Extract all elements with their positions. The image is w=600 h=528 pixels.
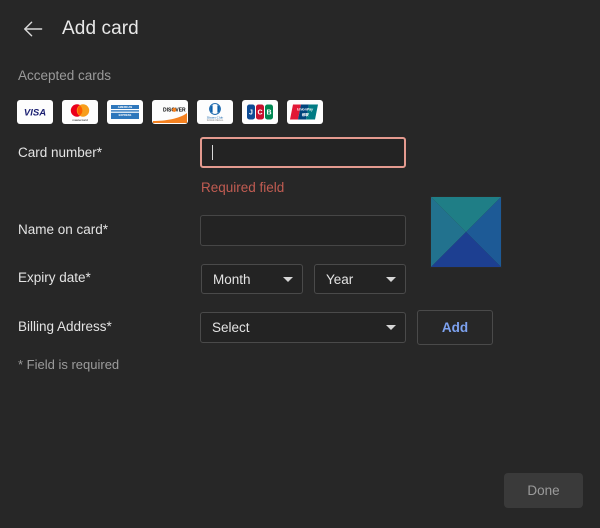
add-card-dialog: Add card Accepted cards VISA mastercard: [0, 0, 600, 528]
expiry-date-row: Expiry date*: [18, 270, 91, 285]
arrow-left-icon: [24, 21, 43, 37]
billing-address-label: Billing Address*: [18, 319, 112, 334]
card-number-input[interactable]: [200, 137, 406, 168]
chevron-down-icon: [386, 325, 396, 330]
expiry-year-select[interactable]: Year: [314, 264, 406, 294]
svg-text:Diners Club: Diners Club: [207, 115, 224, 119]
visa-icon: VISA: [17, 100, 53, 124]
svg-text:J: J: [249, 109, 253, 116]
card-art-preview: [430, 196, 502, 268]
done-label: Done: [527, 483, 560, 498]
chevron-down-icon: [386, 276, 396, 282]
expiry-month-select[interactable]: Month: [201, 264, 303, 294]
svg-text:VER: VER: [175, 108, 186, 114]
required-field-note: * Field is required: [18, 357, 120, 372]
diners-club-icon: Diners Club INTERNATIONAL: [197, 100, 233, 124]
svg-text:mastercard: mastercard: [72, 118, 88, 122]
name-on-card-row: Name on card*: [18, 222, 108, 237]
card-art-x-icon: [430, 196, 502, 268]
svg-text:银联: 银联: [302, 112, 310, 117]
name-on-card-label: Name on card*: [18, 222, 109, 237]
back-button[interactable]: [18, 14, 48, 44]
svg-text:C: C: [257, 109, 262, 116]
svg-text:B: B: [266, 109, 271, 116]
done-button[interactable]: Done: [504, 473, 583, 508]
billing-address-select[interactable]: Select: [200, 312, 406, 343]
expiry-month-value: Month: [213, 271, 251, 287]
mastercard-icon: mastercard: [62, 100, 98, 124]
discover-icon: DISC VER: [152, 100, 188, 124]
expiry-year-value: Year: [326, 271, 354, 287]
text-caret: [212, 145, 213, 160]
name-on-card-input[interactable]: [200, 215, 406, 246]
svg-text:VISA: VISA: [24, 108, 46, 119]
add-address-button[interactable]: Add: [417, 310, 493, 345]
card-number-label: Card number*: [18, 145, 103, 160]
unionpay-icon: UnionPay 银联: [287, 100, 323, 124]
accepted-cards-label: Accepted cards: [18, 68, 112, 83]
svg-text:EXPRESS: EXPRESS: [119, 113, 132, 117]
accepted-card-logos: VISA mastercard AMERICAN EXPRESS DISC VE…: [17, 100, 323, 124]
american-express-icon: AMERICAN EXPRESS: [107, 100, 143, 124]
svg-text:INTERNATIONAL: INTERNATIONAL: [207, 119, 224, 122]
expiry-date-label: Expiry date*: [18, 270, 91, 285]
card-number-error: Required field: [201, 180, 285, 195]
add-address-label: Add: [441, 320, 469, 335]
page-title: Add card: [62, 18, 139, 39]
svg-text:UnionPay: UnionPay: [297, 108, 314, 112]
card-number-row: Card number*: [18, 145, 102, 160]
jcb-icon: J C B: [242, 100, 278, 124]
svg-text:AMERICAN: AMERICAN: [118, 105, 133, 109]
billing-address-value: Select: [212, 320, 250, 335]
chevron-down-icon: [283, 276, 293, 282]
billing-address-row: Billing Address*: [18, 319, 112, 334]
dialog-header: Add card: [0, 0, 600, 58]
